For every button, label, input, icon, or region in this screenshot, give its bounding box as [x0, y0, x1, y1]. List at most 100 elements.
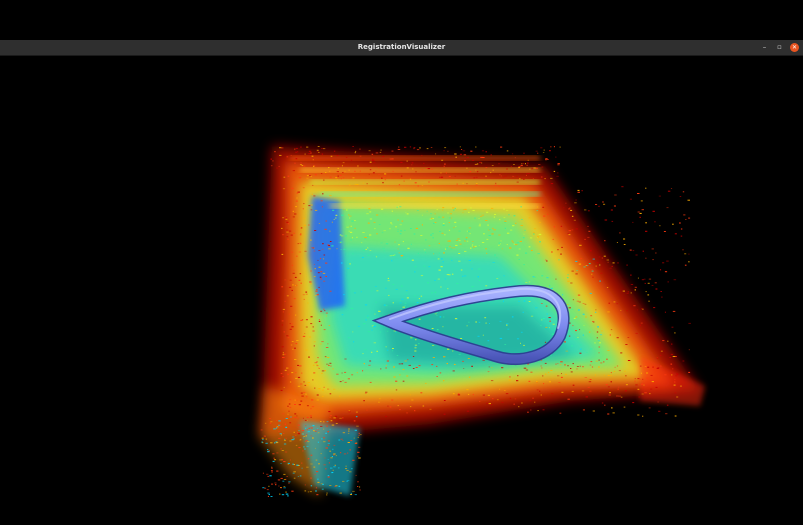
close-icon[interactable]: ✕ — [790, 43, 799, 52]
cloud-point — [425, 239, 427, 241]
window-titlebar[interactable]: RegistrationVisualizer – ▫ ✕ — [0, 40, 803, 56]
cloud-point — [434, 313, 437, 315]
cloud-point — [369, 169, 372, 171]
cloud-point — [647, 282, 650, 284]
cloud-point — [471, 244, 474, 246]
cloud-point — [528, 172, 530, 174]
cloud-point — [318, 463, 320, 465]
cloud-point — [571, 229, 574, 231]
cloud-point — [284, 216, 287, 218]
cloud-point — [288, 286, 292, 288]
cloud-point — [603, 374, 605, 376]
cloud-point — [321, 248, 324, 250]
cloud-point — [308, 175, 311, 176]
cloud-point — [294, 276, 297, 278]
cloud-point — [490, 207, 494, 209]
cloud-point — [483, 233, 485, 235]
cloud-point — [431, 217, 433, 219]
cloud-point — [305, 440, 308, 441]
cloud-point — [303, 436, 306, 437]
cloud-point — [291, 264, 293, 266]
cloud-point — [645, 222, 647, 224]
cloud-point — [347, 442, 350, 443]
cloud-point — [465, 237, 468, 239]
cloud-point — [434, 279, 436, 281]
cloud-point — [566, 304, 569, 305]
cloud-point — [329, 428, 331, 430]
3d-viewport[interactable] — [0, 56, 803, 525]
cloud-point — [350, 440, 353, 441]
cloud-point — [369, 381, 372, 383]
cloud-point — [533, 233, 535, 235]
cloud-point — [575, 260, 578, 262]
cloud-point — [607, 261, 609, 263]
cloud-point — [295, 343, 298, 345]
cloud-point — [402, 306, 405, 308]
cloud-point — [598, 352, 600, 354]
cloud-point — [330, 155, 333, 157]
cloud-point — [417, 252, 419, 254]
cloud-point — [305, 435, 307, 437]
cloud-point — [598, 366, 600, 368]
cloud-point — [537, 253, 540, 255]
cloud-point — [503, 217, 506, 219]
cloud-point — [415, 367, 418, 368]
cloud-point — [287, 462, 290, 464]
cloud-point — [563, 207, 565, 209]
cloud-point — [312, 159, 314, 161]
cloud-point — [298, 430, 300, 432]
maximize-icon[interactable]: ▫ — [775, 43, 784, 52]
cloud-point — [414, 266, 417, 268]
cloud-point — [511, 240, 513, 242]
cloud-point — [428, 266, 431, 268]
cloud-point — [443, 380, 445, 382]
cloud-point — [541, 275, 544, 277]
cloud-point — [320, 421, 322, 422]
cloud-point — [441, 176, 444, 178]
cloud-point — [613, 205, 616, 207]
cloud-point — [378, 398, 381, 400]
cloud-point — [297, 191, 300, 193]
cloud-point — [320, 425, 323, 427]
cloud-point — [367, 316, 369, 318]
cloud-point — [453, 247, 456, 249]
cloud-point — [532, 178, 534, 179]
cloud-point — [294, 285, 297, 286]
cloud-point — [391, 158, 394, 160]
cloud-point — [589, 379, 592, 380]
cloud-point — [596, 262, 599, 264]
cloud-point — [297, 427, 299, 429]
cloud-point — [394, 241, 396, 243]
cloud-point — [326, 425, 328, 427]
cloud-point — [396, 355, 399, 356]
cloud-point — [378, 173, 380, 175]
cloud-point — [552, 238, 554, 240]
cloud-point — [291, 289, 293, 291]
cloud-point — [610, 209, 613, 211]
point-cloud-render[interactable] — [0, 56, 803, 525]
cloud-point — [516, 176, 518, 177]
cloud-point — [616, 303, 619, 305]
cloud-point — [623, 238, 626, 240]
cloud-point — [323, 428, 325, 430]
cloud-point — [386, 330, 389, 332]
cloud-point — [306, 146, 309, 148]
cloud-point — [264, 422, 267, 424]
cloud-point — [487, 224, 489, 226]
cloud-point — [470, 207, 472, 209]
cloud-point — [667, 340, 669, 342]
cloud-point — [280, 448, 282, 450]
cloud-point — [434, 213, 436, 215]
cloud-point — [650, 374, 653, 376]
cloud-point — [470, 261, 472, 263]
cloud-point — [679, 222, 681, 224]
cloud-point — [509, 376, 511, 378]
cloud-point — [627, 360, 631, 361]
visualizer-window: RegistrationVisualizer – ▫ ✕ — [0, 40, 803, 525]
cloud-point — [579, 258, 583, 260]
minimize-icon[interactable]: – — [760, 43, 769, 52]
cloud-point — [416, 302, 419, 304]
cloud-point — [530, 409, 532, 411]
cloud-point — [335, 217, 337, 219]
cloud-point — [328, 245, 330, 247]
